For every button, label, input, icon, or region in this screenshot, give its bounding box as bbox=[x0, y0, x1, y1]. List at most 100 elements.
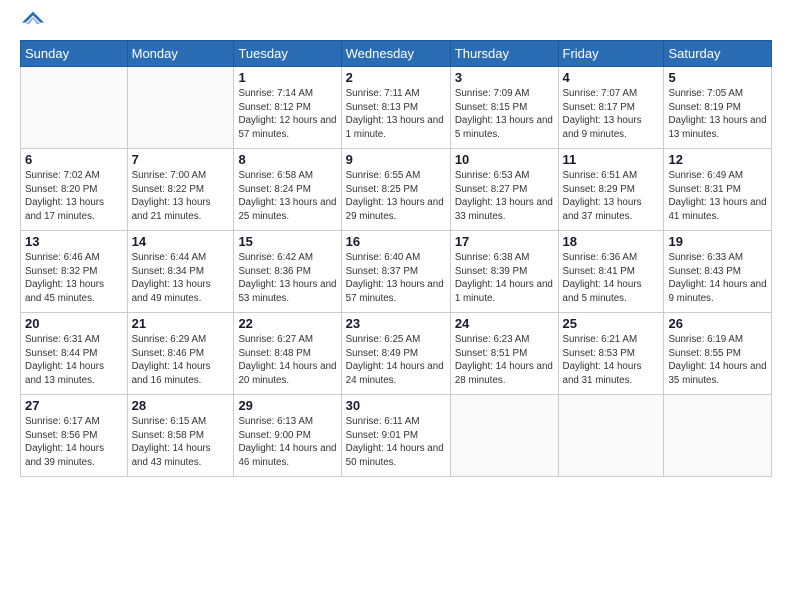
calendar-cell: 30 Sunrise: 6:11 AM Sunset: 9:01 PM Dayli… bbox=[341, 395, 450, 477]
day-info: Sunrise: 6:33 AM Sunset: 8:43 PM Dayligh… bbox=[668, 251, 767, 306]
day-info: Sunrise: 6:58 AM Sunset: 8:24 PM Dayligh… bbox=[238, 169, 336, 224]
calendar-cell: 6 Sunrise: 7:02 AM Sunset: 8:20 PM Daylig… bbox=[21, 149, 128, 231]
day-number: 7 bbox=[132, 152, 230, 167]
day-info: Sunrise: 6:40 AM Sunset: 8:37 PM Dayligh… bbox=[346, 251, 446, 306]
calendar-cell: 19 Sunrise: 6:33 AM Sunset: 8:43 PM Dayli… bbox=[664, 231, 772, 313]
day-number: 14 bbox=[132, 234, 230, 249]
calendar-cell: 16 Sunrise: 6:40 AM Sunset: 8:37 PM Dayli… bbox=[341, 231, 450, 313]
day-number: 4 bbox=[563, 70, 660, 85]
day-number: 19 bbox=[668, 234, 767, 249]
logo bbox=[20, 16, 44, 30]
day-number: 24 bbox=[455, 316, 554, 331]
day-info: Sunrise: 6:21 AM Sunset: 8:53 PM Dayligh… bbox=[563, 333, 660, 388]
day-number: 26 bbox=[668, 316, 767, 331]
calendar-cell: 15 Sunrise: 6:42 AM Sunset: 8:36 PM Dayli… bbox=[234, 231, 341, 313]
day-info: Sunrise: 6:31 AM Sunset: 8:44 PM Dayligh… bbox=[25, 333, 123, 388]
day-number: 3 bbox=[455, 70, 554, 85]
week-row-3: 20 Sunrise: 6:31 AM Sunset: 8:44 PM Dayli… bbox=[21, 313, 772, 395]
day-number: 25 bbox=[563, 316, 660, 331]
calendar-cell: 3Sunrise: 7:09 AM Sunset: 8:15 PM Daylig… bbox=[450, 67, 558, 149]
header bbox=[20, 16, 772, 30]
day-header-sunday: Sunday bbox=[21, 41, 128, 67]
day-number: 20 bbox=[25, 316, 123, 331]
calendar-cell bbox=[450, 395, 558, 477]
calendar-cell: 12 Sunrise: 6:49 AM Sunset: 8:31 PM Dayli… bbox=[664, 149, 772, 231]
week-row-1: 6 Sunrise: 7:02 AM Sunset: 8:20 PM Daylig… bbox=[21, 149, 772, 231]
calendar-cell: 29 Sunrise: 6:13 AM Sunset: 9:00 PM Dayli… bbox=[234, 395, 341, 477]
calendar-cell bbox=[127, 67, 234, 149]
calendar-cell: 9 Sunrise: 6:55 AM Sunset: 8:25 PM Daylig… bbox=[341, 149, 450, 231]
calendar-cell: 13 Sunrise: 6:46 AM Sunset: 8:32 PM Dayli… bbox=[21, 231, 128, 313]
calendar-cell: 11Sunrise: 6:51 AM Sunset: 8:29 PM Dayli… bbox=[558, 149, 664, 231]
day-number: 9 bbox=[346, 152, 446, 167]
day-number: 23 bbox=[346, 316, 446, 331]
day-header-thursday: Thursday bbox=[450, 41, 558, 67]
calendar-cell: 7Sunrise: 7:00 AM Sunset: 8:22 PM Daylig… bbox=[127, 149, 234, 231]
calendar-cell: 23 Sunrise: 6:25 AM Sunset: 8:49 PM Dayli… bbox=[341, 313, 450, 395]
calendar-cell: 8Sunrise: 6:58 AM Sunset: 8:24 PM Daylig… bbox=[234, 149, 341, 231]
day-number: 22 bbox=[238, 316, 336, 331]
day-info: Sunrise: 6:49 AM Sunset: 8:31 PM Dayligh… bbox=[668, 169, 767, 224]
calendar-cell: 14Sunrise: 6:44 AM Sunset: 8:34 PM Dayli… bbox=[127, 231, 234, 313]
day-header-tuesday: Tuesday bbox=[234, 41, 341, 67]
calendar-cell: 17Sunrise: 6:38 AM Sunset: 8:39 PM Dayli… bbox=[450, 231, 558, 313]
day-number: 11 bbox=[563, 152, 660, 167]
day-number: 28 bbox=[132, 398, 230, 413]
day-info: Sunrise: 7:11 AM Sunset: 8:13 PM Dayligh… bbox=[346, 87, 446, 142]
day-info: Sunrise: 7:05 AM Sunset: 8:19 PM Dayligh… bbox=[668, 87, 767, 142]
day-number: 10 bbox=[455, 152, 554, 167]
day-number: 21 bbox=[132, 316, 230, 331]
day-info: Sunrise: 6:46 AM Sunset: 8:32 PM Dayligh… bbox=[25, 251, 123, 306]
day-number: 13 bbox=[25, 234, 123, 249]
day-info: Sunrise: 6:42 AM Sunset: 8:36 PM Dayligh… bbox=[238, 251, 336, 306]
day-info: Sunrise: 7:14 AM Sunset: 8:12 PM Dayligh… bbox=[238, 87, 336, 142]
day-info: Sunrise: 6:53 AM Sunset: 8:27 PM Dayligh… bbox=[455, 169, 554, 224]
day-number: 30 bbox=[346, 398, 446, 413]
page: SundayMondayTuesdayWednesdayThursdayFrid… bbox=[0, 0, 792, 612]
calendar-cell: 5 Sunrise: 7:05 AM Sunset: 8:19 PM Daylig… bbox=[664, 67, 772, 149]
day-info: Sunrise: 6:55 AM Sunset: 8:25 PM Dayligh… bbox=[346, 169, 446, 224]
day-number: 15 bbox=[238, 234, 336, 249]
day-info: Sunrise: 7:02 AM Sunset: 8:20 PM Dayligh… bbox=[25, 169, 123, 224]
day-info: Sunrise: 6:17 AM Sunset: 8:56 PM Dayligh… bbox=[25, 415, 123, 470]
day-number: 12 bbox=[668, 152, 767, 167]
logo-icon bbox=[22, 8, 44, 30]
calendar-cell bbox=[21, 67, 128, 149]
day-info: Sunrise: 6:23 AM Sunset: 8:51 PM Dayligh… bbox=[455, 333, 554, 388]
week-row-4: 27 Sunrise: 6:17 AM Sunset: 8:56 PM Dayli… bbox=[21, 395, 772, 477]
week-row-2: 13 Sunrise: 6:46 AM Sunset: 8:32 PM Dayli… bbox=[21, 231, 772, 313]
calendar-cell: 22 Sunrise: 6:27 AM Sunset: 8:48 PM Dayli… bbox=[234, 313, 341, 395]
day-info: Sunrise: 6:25 AM Sunset: 8:49 PM Dayligh… bbox=[346, 333, 446, 388]
week-row-0: 1 Sunrise: 7:14 AM Sunset: 8:12 PM Daylig… bbox=[21, 67, 772, 149]
calendar-cell: 26 Sunrise: 6:19 AM Sunset: 8:55 PM Dayli… bbox=[664, 313, 772, 395]
calendar-cell bbox=[558, 395, 664, 477]
day-number: 27 bbox=[25, 398, 123, 413]
day-number: 5 bbox=[668, 70, 767, 85]
day-header-saturday: Saturday bbox=[664, 41, 772, 67]
day-header-wednesday: Wednesday bbox=[341, 41, 450, 67]
day-info: Sunrise: 6:13 AM Sunset: 9:00 PM Dayligh… bbox=[238, 415, 336, 470]
day-number: 1 bbox=[238, 70, 336, 85]
day-number: 16 bbox=[346, 234, 446, 249]
day-number: 29 bbox=[238, 398, 336, 413]
calendar-header-row: SundayMondayTuesdayWednesdayThursdayFrid… bbox=[21, 41, 772, 67]
calendar-cell: 27 Sunrise: 6:17 AM Sunset: 8:56 PM Dayli… bbox=[21, 395, 128, 477]
calendar-cell: 10 Sunrise: 6:53 AM Sunset: 8:27 PM Dayli… bbox=[450, 149, 558, 231]
calendar-cell: 20 Sunrise: 6:31 AM Sunset: 8:44 PM Dayli… bbox=[21, 313, 128, 395]
day-info: Sunrise: 6:19 AM Sunset: 8:55 PM Dayligh… bbox=[668, 333, 767, 388]
day-info: Sunrise: 6:36 AM Sunset: 8:41 PM Dayligh… bbox=[563, 251, 660, 306]
day-number: 6 bbox=[25, 152, 123, 167]
day-header-friday: Friday bbox=[558, 41, 664, 67]
day-info: Sunrise: 6:15 AM Sunset: 8:58 PM Dayligh… bbox=[132, 415, 230, 470]
day-info: Sunrise: 6:29 AM Sunset: 8:46 PM Dayligh… bbox=[132, 333, 230, 388]
day-info: Sunrise: 6:27 AM Sunset: 8:48 PM Dayligh… bbox=[238, 333, 336, 388]
day-header-monday: Monday bbox=[127, 41, 234, 67]
day-info: Sunrise: 6:11 AM Sunset: 9:01 PM Dayligh… bbox=[346, 415, 446, 470]
calendar-cell: 25 Sunrise: 6:21 AM Sunset: 8:53 PM Dayli… bbox=[558, 313, 664, 395]
calendar-cell: 4 Sunrise: 7:07 AM Sunset: 8:17 PM Daylig… bbox=[558, 67, 664, 149]
calendar-cell: 24 Sunrise: 6:23 AM Sunset: 8:51 PM Dayli… bbox=[450, 313, 558, 395]
day-number: 18 bbox=[563, 234, 660, 249]
calendar-cell bbox=[664, 395, 772, 477]
day-info: Sunrise: 7:07 AM Sunset: 8:17 PM Dayligh… bbox=[563, 87, 660, 142]
calendar-cell: 18 Sunrise: 6:36 AM Sunset: 8:41 PM Dayli… bbox=[558, 231, 664, 313]
